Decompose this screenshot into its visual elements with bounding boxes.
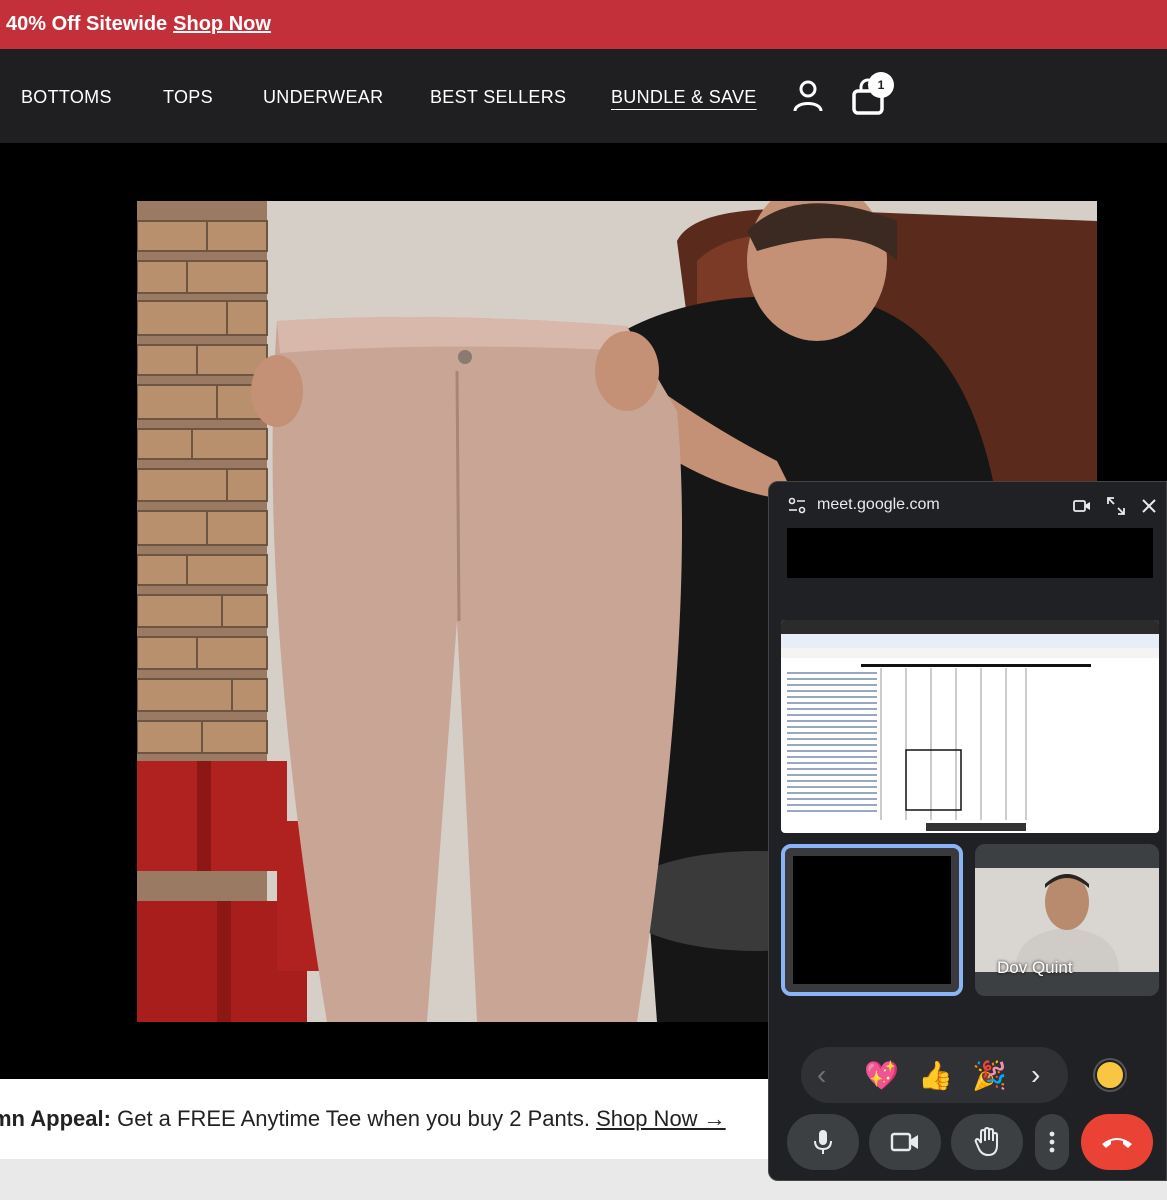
site-settings-icon[interactable]	[787, 496, 807, 516]
microphone-button[interactable]	[787, 1114, 859, 1170]
pip-url: meet.google.com	[817, 496, 940, 513]
video-icon[interactable]	[1072, 496, 1092, 516]
more-options-button[interactable]	[1035, 1114, 1069, 1170]
pip-info-bar	[787, 528, 1153, 578]
chevron-left-icon[interactable]: ‹	[817, 1059, 826, 1091]
promo-banner: 40% Off Sitewide Shop Now	[0, 0, 1167, 49]
camera-icon	[890, 1132, 918, 1152]
nav-best-sellers[interactable]: BEST SELLERS	[430, 87, 566, 108]
screen-share-tile[interactable]	[781, 620, 1159, 833]
promo-text: 40% Off Sitewide	[6, 13, 168, 35]
expand-icon[interactable]	[1106, 496, 1126, 516]
raise-hand-icon	[974, 1127, 998, 1157]
end-call-button[interactable]	[1081, 1114, 1153, 1170]
close-icon[interactable]	[1139, 496, 1159, 516]
main-nav: BOTTOMS TOPS UNDERWEAR BEST SELLERS BUND…	[0, 49, 1167, 143]
user-icon[interactable]	[790, 77, 826, 117]
nav-underwear[interactable]: UNDERWEAR	[263, 87, 383, 108]
reaction-party[interactable]: 🎉	[972, 1059, 1007, 1092]
more-options-icon	[1049, 1131, 1055, 1153]
camera-button[interactable]	[869, 1114, 941, 1170]
skin-tone-button[interactable]	[1095, 1060, 1125, 1090]
meet-pip-window[interactable]: meet.google.com Dov Quint ‹ 💖 👍 🎉 ›	[768, 481, 1167, 1181]
appeal-text: Get a FREE Anytime Tee when you buy 2 Pa…	[110, 1106, 597, 1131]
reaction-heart[interactable]: 💖	[864, 1059, 899, 1092]
nav-bundle-save[interactable]: BUNDLE & SAVE	[611, 87, 757, 108]
chevron-right-icon[interactable]: ›	[1031, 1059, 1040, 1091]
participant-tile[interactable]: Dov Quint	[975, 844, 1159, 996]
reaction-thumbs-up[interactable]: 👍	[918, 1059, 953, 1092]
end-call-icon	[1102, 1138, 1132, 1148]
pip-titlebar: meet.google.com	[769, 482, 1166, 530]
appeal-shop-now-link[interactable]: Shop Now →	[596, 1106, 726, 1131]
appeal-heading: mn Appeal:	[0, 1106, 111, 1131]
cart-count-badge: 1	[868, 72, 894, 98]
self-video-tile[interactable]	[781, 844, 963, 996]
participant-name: Dov Quint	[997, 958, 1073, 977]
reaction-bar: ‹ 💖 👍 🎉 ›	[801, 1047, 1068, 1103]
nav-tops[interactable]: TOPS	[163, 87, 213, 108]
raise-hand-button[interactable]	[951, 1114, 1023, 1170]
promo-shop-now-link[interactable]: Shop Now	[173, 13, 271, 36]
nav-bottoms[interactable]: BOTTOMS	[21, 87, 112, 108]
microphone-icon	[814, 1130, 832, 1154]
